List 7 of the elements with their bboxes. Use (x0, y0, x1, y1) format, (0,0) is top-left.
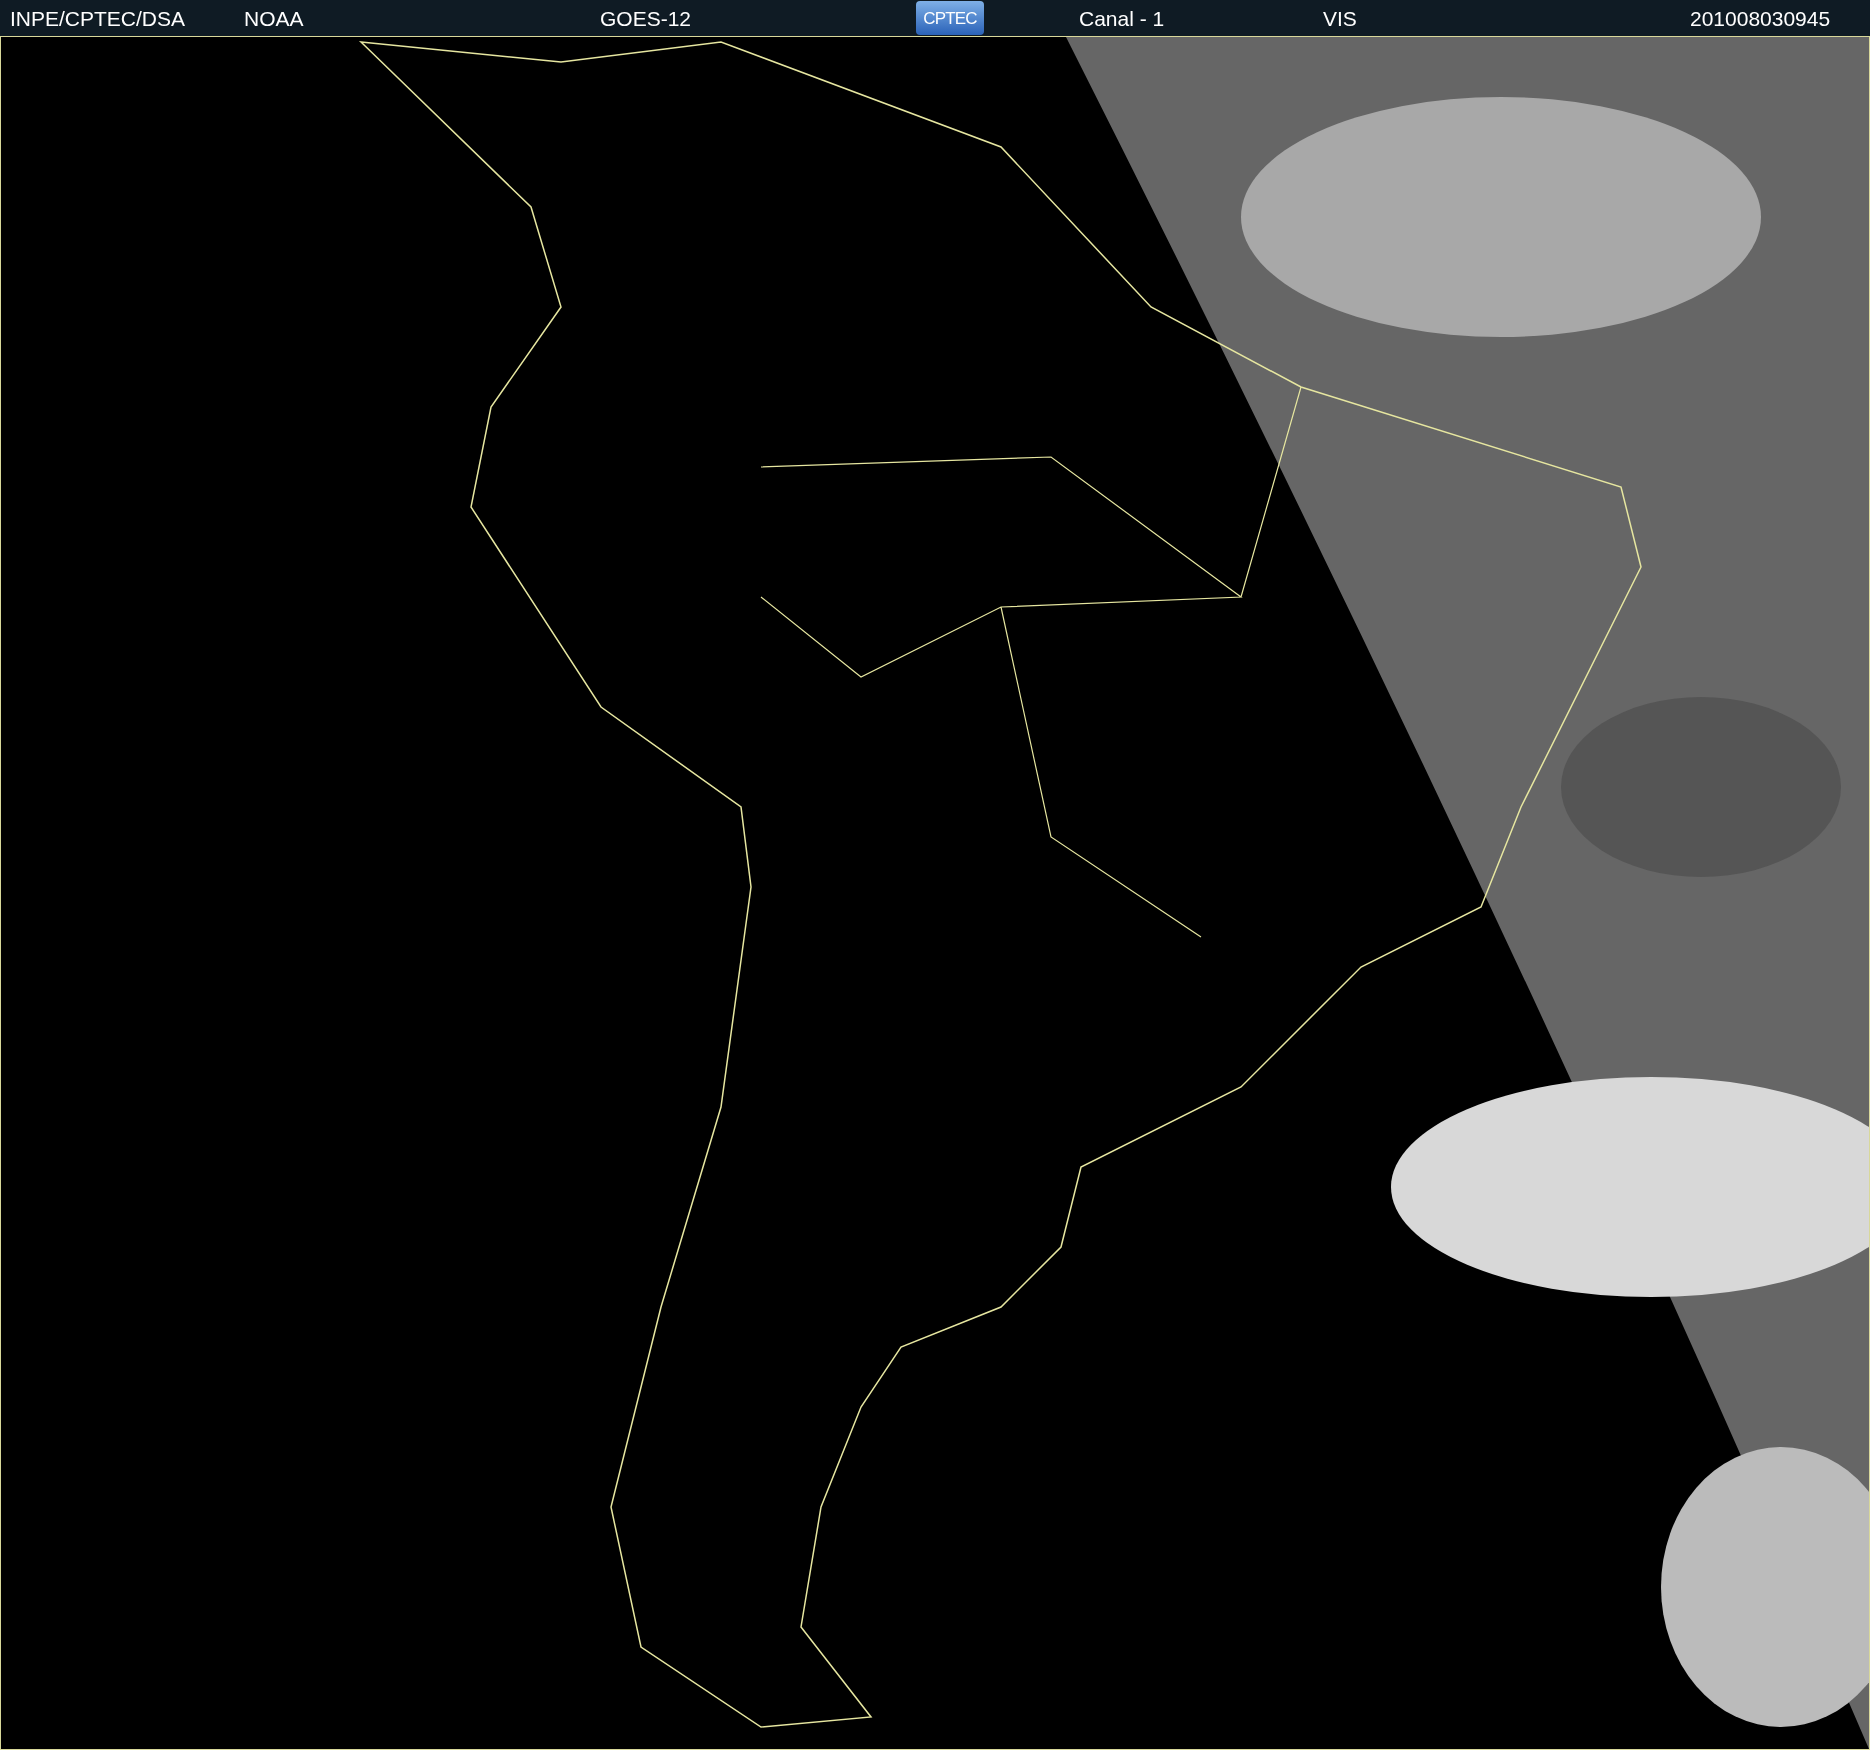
channel-label: Canal - 1 (1079, 7, 1166, 29)
source-label: NOAA (244, 7, 305, 29)
timestamp-label: 201008030945 (1690, 7, 1831, 29)
agency-label: INPE/CPTEC/DSA (10, 7, 187, 29)
logo: CPTEC (916, 1, 984, 35)
band-label: VIS (1323, 7, 1358, 29)
satellite-label: GOES-12 (600, 7, 693, 29)
